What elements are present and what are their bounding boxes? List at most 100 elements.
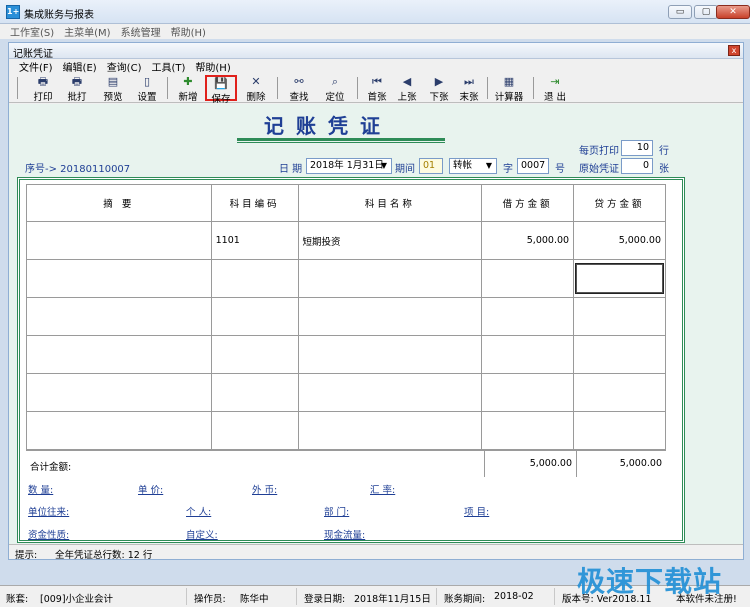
exit-button[interactable]: ⇥ 退 出 — [539, 75, 571, 104]
cell-summary[interactable] — [26, 373, 212, 412]
toolbar-separator — [487, 77, 488, 99]
exchange-rate-link[interactable]: 汇 率: — [370, 482, 395, 496]
voucher-menu-bar: 文件(F) 编辑(E) 查询(C) 工具(T) 帮助(H) — [9, 59, 743, 74]
maximize-button[interactable]: ▢ — [694, 5, 718, 19]
cell-credit[interactable] — [573, 411, 666, 450]
status-operator-label: 操作员: — [194, 594, 226, 605]
cash-flow-link[interactable]: 现金流量: — [324, 527, 365, 541]
cell-account-name[interactable] — [297, 373, 483, 412]
cell-debit[interactable] — [481, 259, 575, 298]
cell-summary[interactable] — [26, 411, 212, 450]
cell-account-code[interactable] — [210, 259, 299, 298]
prev-button[interactable]: ◀ 上张 — [393, 75, 421, 104]
cell-debit[interactable] — [481, 373, 575, 412]
project-link[interactable]: 项 目: — [464, 504, 489, 518]
locate-button[interactable]: ⌕ 定位 — [321, 75, 349, 104]
cell-debit[interactable]: 5,000.00 — [481, 221, 575, 260]
cell-credit[interactable] — [573, 297, 666, 336]
foreign-currency-link[interactable]: 外 币: — [252, 482, 277, 496]
calculator-button[interactable]: ▦ 计算器 — [493, 75, 525, 104]
heading-underline — [237, 138, 445, 141]
orig-voucher-input[interactable]: 0 — [621, 158, 653, 174]
cell-debit[interactable] — [481, 411, 575, 450]
cell-account-name[interactable] — [297, 259, 483, 298]
document-preview-icon: ▤ — [107, 75, 119, 88]
cell-account-code[interactable]: 1101 — [210, 221, 299, 260]
status-account-value: [009]小企业会计 — [40, 594, 114, 605]
menu-system[interactable]: 系统管理 — [121, 24, 161, 39]
table-row — [26, 373, 666, 412]
total-debit: 5,000.00 — [484, 451, 576, 477]
unit-price-link[interactable]: 单 价: — [138, 482, 163, 496]
cell-credit[interactable]: 5,000.00 — [573, 221, 666, 260]
menu-file[interactable]: 文件(F) — [19, 59, 53, 74]
header-account-name: 科目名称 — [297, 184, 483, 222]
cell-account-name[interactable] — [297, 297, 483, 336]
find-button[interactable]: ⚯ 查找 — [285, 75, 313, 104]
status-period-value: 2018-02 — [494, 591, 534, 602]
cell-credit[interactable] — [573, 373, 666, 412]
total-credit: 5,000.00 — [576, 451, 666, 477]
voucher-type-select[interactable]: 转帐 ▼ — [449, 158, 497, 174]
voucher-grid-frame: 摘 要 科目编码 科目名称 借方金额 贷方金额 1101 短期投资 5,000.… — [17, 177, 685, 543]
cell-account-code[interactable] — [210, 373, 299, 412]
cell-credit[interactable] — [573, 335, 666, 374]
date-picker[interactable]: 2018年 1月31日 ▼ — [306, 158, 392, 174]
cell-account-name[interactable] — [297, 411, 483, 450]
next-button[interactable]: ▶ 下张 — [425, 75, 453, 104]
menu-edit[interactable]: 编辑(E) — [63, 59, 97, 74]
cell-summary[interactable] — [26, 297, 212, 336]
printer-stack-icon: 🖶 — [71, 75, 83, 88]
per-page-input[interactable]: 10 — [621, 140, 653, 156]
add-button[interactable]: ✚ 新增 — [173, 75, 203, 104]
last-button[interactable]: ⏭ 末张 — [455, 75, 483, 104]
cell-account-name[interactable] — [297, 335, 483, 374]
menu-help-inner[interactable]: 帮助(H) — [195, 59, 230, 74]
fund-nature-link[interactable]: 资金性质: — [28, 527, 69, 541]
save-button[interactable]: 💾 保存 — [205, 75, 237, 105]
first-page-icon: ⏮ — [372, 75, 382, 88]
menu-help[interactable]: 帮助(H) — [171, 24, 206, 39]
cell-summary[interactable] — [26, 335, 212, 374]
period-label: 期间 — [395, 164, 415, 175]
menu-workroom[interactable]: 工作室(S) — [10, 24, 54, 39]
hint-bar: 提示: 全年凭证总行数: 12 行 — [9, 544, 743, 561]
close-button[interactable]: ✕ — [716, 5, 750, 19]
voucher-window-close-button[interactable]: x — [728, 45, 740, 56]
cell-account-code[interactable] — [210, 335, 299, 374]
toolbar-separator — [357, 77, 358, 99]
cell-account-code[interactable] — [210, 297, 299, 336]
minimize-button[interactable]: ▭ — [668, 5, 692, 19]
active-cell-editor[interactable] — [575, 263, 664, 294]
cell-summary[interactable] — [26, 221, 212, 260]
per-page-unit: 行 — [659, 146, 669, 157]
app-title-bar: 1+ 集成账务与报表 ▭ ▢ ✕ — [0, 0, 750, 24]
status-divider — [554, 588, 555, 605]
menu-query[interactable]: 查询(C) — [107, 59, 142, 74]
toolbar-separator — [533, 77, 534, 99]
unit-transaction-link[interactable]: 单位往来: — [28, 504, 69, 518]
menu-main[interactable]: 主菜单(M) — [64, 24, 110, 39]
cell-credit-active[interactable] — [573, 259, 666, 298]
batch-print-button[interactable]: 🖶 批打 — [63, 75, 91, 104]
cell-account-name[interactable]: 短期投资 — [297, 221, 483, 260]
quantity-link[interactable]: 数 量: — [28, 482, 53, 496]
first-button[interactable]: ⏮ 首张 — [363, 75, 391, 104]
settings-button[interactable]: ▯ 设置 — [133, 75, 161, 104]
person-link[interactable]: 个 人: — [186, 504, 211, 518]
cell-summary[interactable] — [26, 259, 212, 298]
cell-debit[interactable] — [481, 335, 575, 374]
period-field: 01 — [419, 158, 443, 174]
department-link[interactable]: 部 门: — [324, 504, 349, 518]
menu-tools[interactable]: 工具(T) — [151, 59, 185, 74]
voucher-number-input[interactable]: 0007 — [517, 158, 549, 174]
cell-debit[interactable] — [481, 297, 575, 336]
custom-field-link[interactable]: 自定义: — [186, 527, 218, 541]
delete-button[interactable]: ✕ 删除 — [241, 75, 271, 104]
print-button[interactable]: 🖶 打印 — [29, 75, 57, 104]
sequence-label: 序号-> 20180110007 — [25, 164, 131, 175]
cell-account-code[interactable] — [210, 411, 299, 450]
status-divider — [296, 588, 297, 605]
preview-button[interactable]: ▤ 预览 — [99, 75, 127, 104]
printer-icon: 🖶 — [37, 75, 49, 88]
